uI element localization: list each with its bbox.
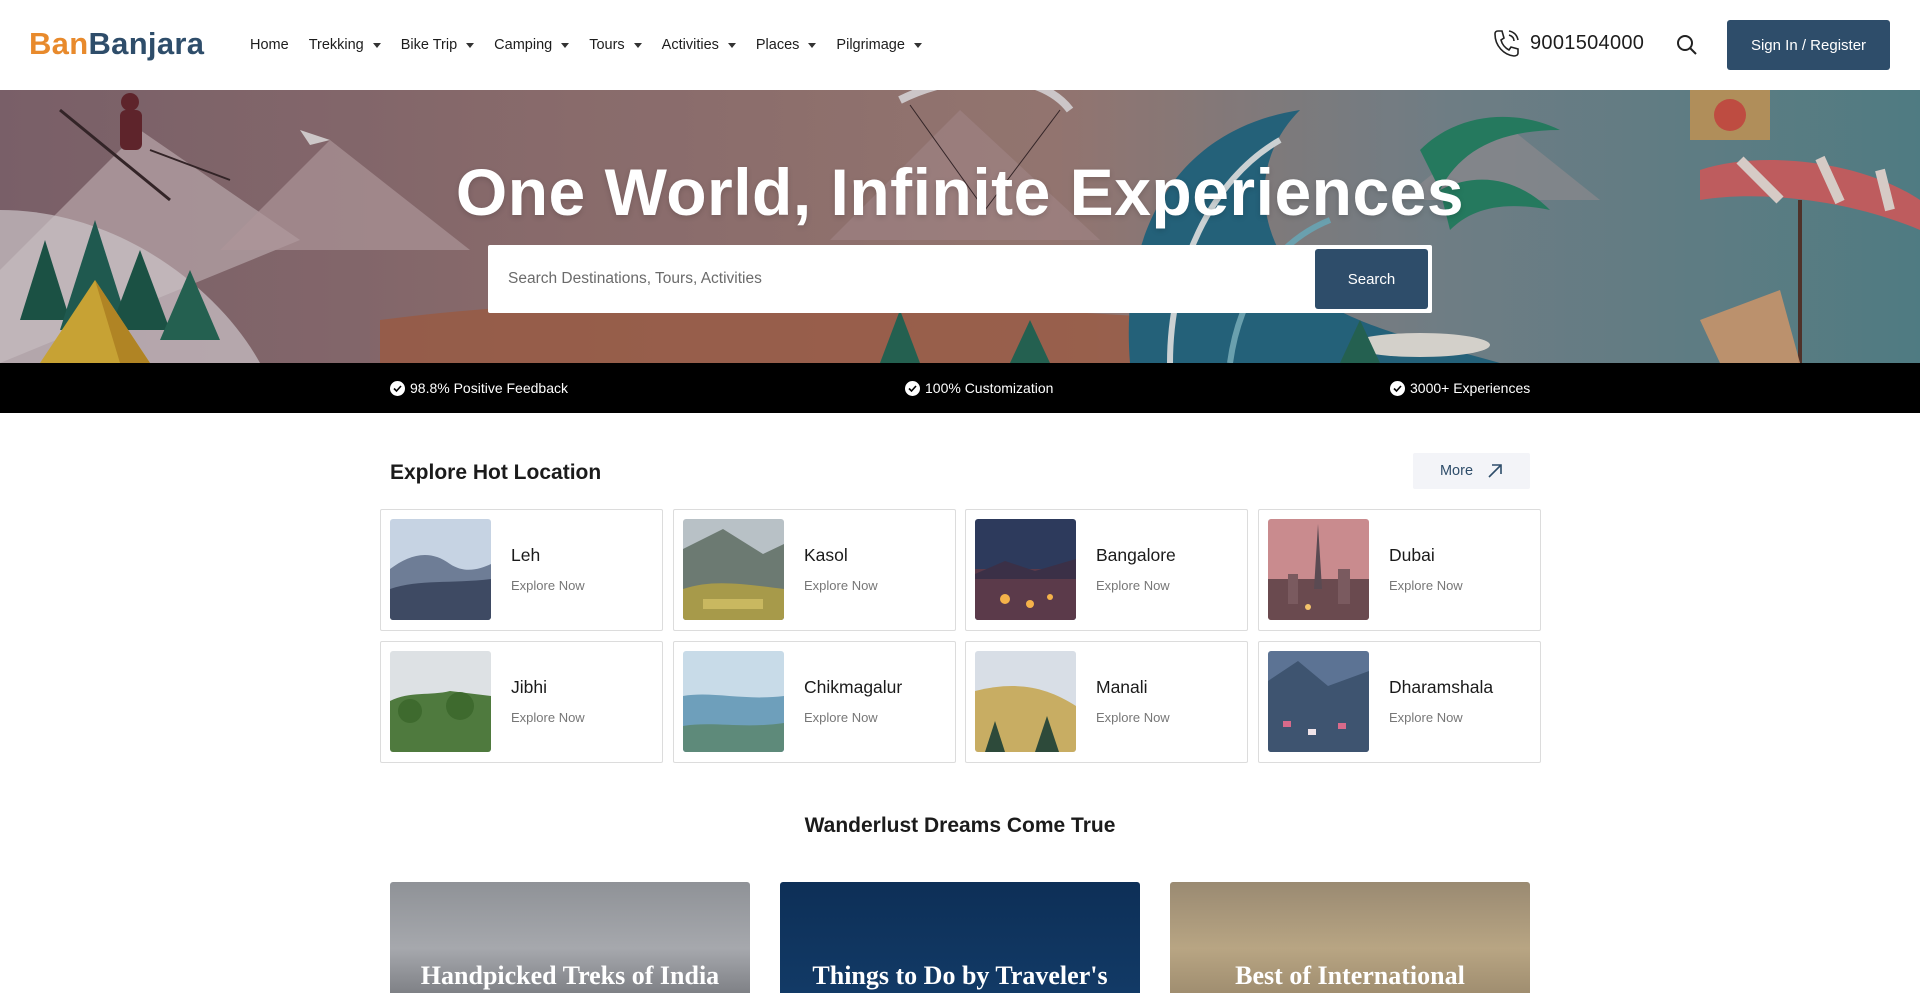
location-card-kasol[interactable]: Kasol Explore Now — [673, 509, 956, 631]
promo-title: Things to Do by Traveler's Choice — [812, 961, 1108, 990]
location-thumbnail — [1268, 651, 1369, 752]
location-name: Manali — [1096, 677, 1148, 697]
location-thumbnail — [975, 519, 1076, 620]
location-name: Dharamshala — [1389, 677, 1494, 697]
chevron-down-icon — [466, 42, 475, 48]
hero-search-box: Search — [488, 245, 1432, 313]
search-icon — [1677, 35, 1697, 55]
nav-label: Home — [250, 37, 289, 53]
explore-now-link[interactable]: Explore Now — [511, 578, 585, 593]
nav-item-home[interactable]: Home — [250, 37, 289, 53]
nav-label: Bike Trip — [400, 37, 458, 53]
logo-text-primary: Ban — [29, 26, 89, 61]
nav-label: Camping — [494, 37, 553, 53]
explore-now-link[interactable]: Explore Now — [1096, 710, 1170, 725]
nav-item-activities[interactable]: Activities — [662, 37, 736, 53]
nav-item-places[interactable]: Places — [756, 37, 817, 53]
phone-number: 9001504000 — [1530, 31, 1645, 54]
chevron-down-icon — [372, 42, 381, 48]
search-button[interactable]: Search — [1315, 249, 1428, 309]
promo-card-international[interactable]: Best of International — [1170, 882, 1530, 993]
location-name: Dubai — [1389, 545, 1435, 565]
location-thumbnail — [1268, 519, 1369, 620]
feature-item: 98.8% Positive Feedback — [390, 363, 568, 413]
location-thumbnail — [390, 519, 491, 620]
nav-label: Tours — [589, 37, 625, 53]
arrow-up-right-icon — [1488, 464, 1502, 478]
explore-now-link[interactable]: Explore Now — [1389, 578, 1463, 593]
location-thumbnail — [683, 519, 784, 620]
dreams-section-title: Wanderlust Dreams Come True — [804, 814, 1116, 837]
nav-label: Places — [755, 37, 800, 53]
chevron-down-icon — [727, 42, 736, 48]
explore-now-link[interactable]: Explore Now — [804, 578, 878, 593]
explore-now-link[interactable]: Explore Now — [511, 710, 585, 725]
phone-icon — [1494, 30, 1519, 57]
more-label: More — [1439, 463, 1474, 479]
chevron-down-icon — [561, 42, 570, 48]
location-name: Chikmagalur — [804, 677, 903, 697]
location-name: Jibhi — [511, 677, 547, 697]
location-thumbnail — [683, 651, 784, 752]
location-name: Bangalore — [1096, 545, 1176, 565]
search-toggle[interactable] — [1676, 34, 1698, 61]
nav-item-trekking[interactable]: Trekking — [309, 37, 381, 53]
explore-now-link[interactable]: Explore Now — [1096, 578, 1170, 593]
location-card-jibhi[interactable]: Jibhi Explore Now — [380, 641, 663, 763]
promo-title: Handpicked Treks of India — [420, 961, 720, 990]
hero-title: One World, Infinite Experiences — [455, 155, 1465, 229]
check-icon — [390, 380, 405, 396]
check-icon — [1390, 380, 1405, 396]
nav-item-camping[interactable]: Camping — [494, 37, 570, 53]
location-name: Kasol — [804, 545, 848, 565]
hero-banner: One World, Infinite Experiences Search — [0, 90, 1920, 363]
nav-item-tours[interactable]: Tours — [589, 37, 642, 53]
site-header: BanBanjara Home Trekking Bike Trip Campi… — [0, 0, 1920, 90]
location-card-dubai[interactable]: Dubai Explore Now — [1258, 509, 1541, 631]
chevron-down-icon — [808, 42, 817, 48]
explore-section-title: Explore Hot Location — [390, 461, 602, 484]
main-nav: Home Trekking Bike Trip Camping Tours Ac… — [250, 0, 942, 90]
brand-logo[interactable]: BanBanjara — [29, 26, 204, 62]
location-card-leh[interactable]: Leh Explore Now — [380, 509, 663, 631]
promo-card-treks[interactable]: Handpicked Treks of India — [390, 882, 750, 993]
check-icon — [905, 380, 920, 396]
nav-item-pilgrimage[interactable]: Pilgrimage — [836, 37, 922, 53]
location-card-dharamshala[interactable]: Dharamshala Explore Now — [1258, 641, 1541, 763]
location-card-manali[interactable]: Manali Explore Now — [965, 641, 1248, 763]
explore-now-link[interactable]: Explore Now — [804, 710, 878, 725]
more-locations-button[interactable]: More — [1413, 453, 1530, 489]
logo-text-secondary: Banjara — [88, 26, 205, 61]
feature-label: 100% Customization — [925, 380, 1054, 396]
location-name: Leh — [511, 545, 541, 565]
feature-item: 3000+ Experiences — [1390, 363, 1530, 413]
chevron-down-icon — [913, 42, 922, 48]
location-card-chikmagalur[interactable]: Chikmagalur Explore Now — [673, 641, 956, 763]
feature-bar: 98.8% Positive Feedback 100% Customizati… — [0, 363, 1920, 413]
promo-card-things-to-do[interactable]: Things to Do by Traveler's Choice — [780, 882, 1140, 993]
explore-now-link[interactable]: Explore Now — [1389, 710, 1463, 725]
feature-item: 100% Customization — [905, 363, 1053, 413]
nav-label: Activities — [661, 37, 719, 53]
nav-label: Pilgrimage — [836, 37, 905, 53]
nav-item-bike-trip[interactable]: Bike Trip — [400, 37, 475, 53]
feature-label: 3000+ Experiences — [1410, 380, 1531, 396]
location-card-bangalore[interactable]: Bangalore Explore Now — [965, 509, 1248, 631]
chevron-down-icon — [633, 42, 642, 48]
signin-register-button[interactable]: Sign In / Register — [1727, 20, 1890, 70]
feature-label: 98.8% Positive Feedback — [410, 380, 568, 396]
nav-label: Trekking — [308, 37, 364, 53]
destination-search-input[interactable] — [508, 245, 1288, 313]
location-thumbnail — [975, 651, 1076, 752]
phone-contact[interactable]: 9001504000 — [1492, 28, 1644, 58]
location-thumbnail — [390, 651, 491, 752]
promo-title: Best of International — [1235, 961, 1465, 990]
